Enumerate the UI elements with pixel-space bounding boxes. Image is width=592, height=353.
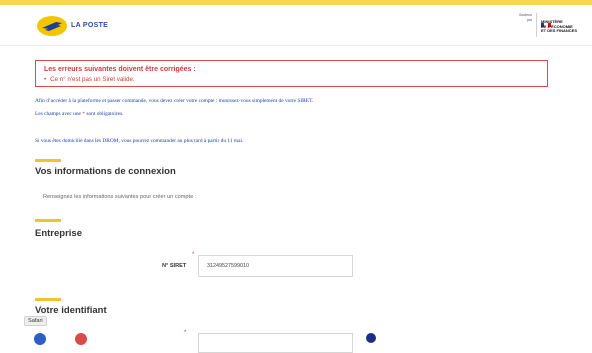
section-title-connexion: Vos informations de connexion [35,166,176,177]
required-fields-note: Les champs avec une * sont obligatoires. [35,111,124,117]
header: LA POSTE Soutenu par MINISTÈRE DE L'ÉCON… [0,5,592,46]
header-separator [536,13,537,37]
error-title: Les erreurs suivantes doivent être corri… [44,66,196,73]
navy-circle-icon[interactable] [366,333,376,343]
brand-name: LA POSTE [71,22,109,29]
ministry-logo-text: MINISTÈRE DE L'ÉCONOMIE ET DES FINANCES [541,19,578,34]
siret-label: N° SIRET [162,263,187,269]
section-title-identifiant: Votre identifiant [35,305,107,316]
blue-circle-icon[interactable] [34,333,46,345]
section-accent [35,159,61,162]
intro-paragraph: Afin d’accéder à la plateforme et passer… [35,98,314,104]
required-star: * [184,330,187,336]
marianne-flag-icon [541,14,551,27]
error-summary-box: Les erreurs suivantes doivent être corri… [35,60,548,87]
section-accent [35,298,61,301]
required-star: * [192,252,195,258]
safari-badge: Safari [24,316,47,326]
drom-note: Si vous êtes domicilié dans les DROM, vo… [35,138,244,144]
red-circle-icon[interactable] [75,333,87,345]
partner-text: Soutenu par [518,13,532,22]
bullet-icon: • [44,76,47,83]
identifier-input[interactable] [198,333,353,353]
la-poste-logo-icon[interactable] [36,15,68,37]
section-help-connexion: Renseignez les informations suivantes po… [43,194,197,200]
section-title-entreprise: Entreprise [35,228,82,239]
siret-input[interactable] [198,255,353,277]
section-accent [35,219,61,222]
error-item: • Ce n° n'est pas un Siret valide. [44,76,135,83]
